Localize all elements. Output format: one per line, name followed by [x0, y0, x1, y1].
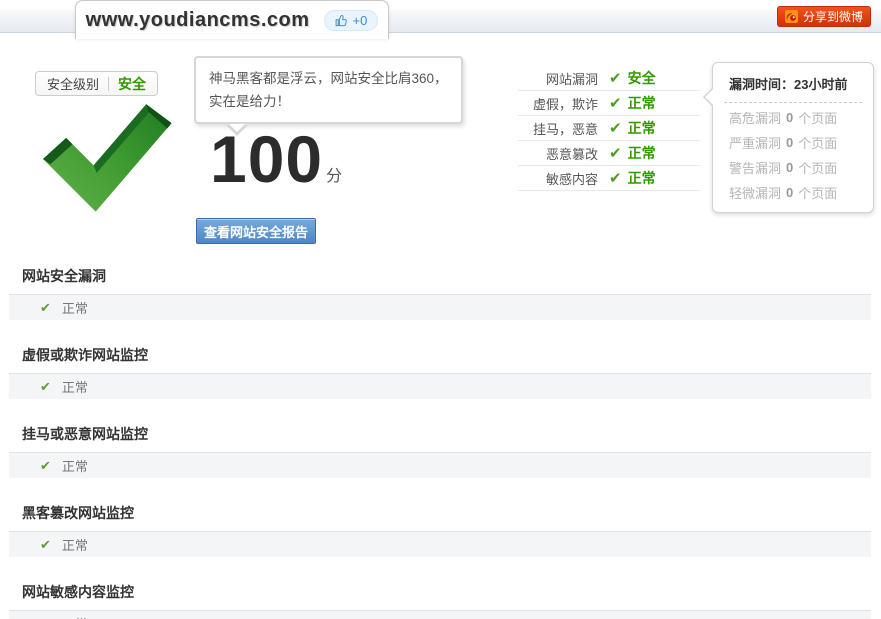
section-status: 正常	[62, 298, 88, 317]
vuln-label: 警告漏洞	[729, 158, 781, 177]
view-report-button[interactable]: 查看网站安全报告	[196, 218, 316, 244]
share-button-label: 分享到微博	[803, 8, 863, 25]
check-status: 正常	[628, 118, 656, 138]
check-status: 安全	[628, 68, 656, 88]
checkmark-icon: ✔	[40, 458, 51, 474]
section-website-vulnerability: 网站安全漏洞 ✔ 正常	[0, 262, 881, 320]
check-row-sensitive-content: 敏感内容 ✔ 正常	[518, 166, 700, 191]
section-status: 正常	[62, 614, 88, 619]
vuln-unit: 个页面	[798, 158, 837, 177]
section-title: 网站敏感内容监控	[22, 578, 871, 610]
vuln-count: 0	[786, 135, 793, 150]
score-unit: 分	[326, 162, 342, 186]
checkmark-icon: ✔	[609, 144, 622, 162]
vuln-label: 严重漏洞	[729, 133, 781, 152]
security-level-value: 安全	[118, 74, 146, 94]
vuln-unit: 个页面	[798, 183, 837, 202]
check-label: 虚假，欺诈	[518, 94, 598, 113]
section-hacker-tampering-monitoring: 黑客篡改网站监控 ✔ 正常	[0, 499, 881, 557]
weibo-icon	[785, 10, 798, 23]
checkmark-icon: ✔	[609, 119, 622, 137]
security-score: 100 分	[210, 128, 342, 190]
vulnerability-panel: 漏洞时间：23小时前 高危漏洞 0 个页面 严重漏洞 0 个页面 警告漏洞 0 …	[712, 62, 874, 213]
checkmark-icon: ✔	[40, 300, 51, 316]
site-domain: www.youdiancms.com	[86, 9, 310, 32]
section-fraud-monitoring: 虚假或欺诈网站监控 ✔ 正常	[0, 341, 881, 399]
check-status: 正常	[628, 143, 656, 163]
checkmark-icon: ✔	[609, 94, 622, 112]
vuln-label: 高危漏洞	[729, 108, 781, 127]
check-label: 敏感内容	[518, 169, 598, 188]
big-green-checkmark-icon	[28, 100, 176, 218]
checkmark-icon: ✔	[609, 69, 622, 87]
vuln-row-high-risk: 高危漏洞 0 个页面	[713, 105, 873, 130]
section-status: 正常	[62, 377, 88, 396]
section-title: 网站安全漏洞	[22, 262, 871, 294]
vuln-label: 轻微漏洞	[729, 183, 781, 202]
checkmark-icon: ✔	[40, 616, 51, 619]
section-title: 黑客篡改网站监控	[22, 499, 871, 531]
tooltip-bubble: 神马黑客都是浮云，网站安全比肩360， 实在是给力！	[194, 56, 463, 124]
like-button[interactable]: +0	[324, 10, 379, 31]
tooltip-line2: 实在是给力！	[209, 90, 448, 113]
check-label: 挂马，恶意	[518, 119, 598, 138]
security-level-badge: 安全级别 安全	[35, 71, 158, 96]
badge-divider	[108, 77, 109, 91]
check-row-fraud: 虚假，欺诈 ✔ 正常	[518, 91, 700, 116]
section-malware-monitoring: 挂马或恶意网站监控 ✔ 正常	[0, 420, 881, 478]
vuln-unit: 个页面	[798, 133, 837, 152]
section-status-bar: ✔ 正常	[9, 610, 871, 619]
vuln-row-warning: 警告漏洞 0 个页面	[713, 155, 873, 180]
check-status: 正常	[628, 168, 656, 188]
check-row-vulnerability: 网站漏洞 ✔ 安全	[518, 66, 700, 91]
section-status: 正常	[62, 456, 88, 475]
checkmark-icon: ✔	[40, 379, 51, 395]
section-status-bar: ✔ 正常	[9, 531, 871, 557]
report-sections: 网站安全漏洞 ✔ 正常 虚假或欺诈网站监控 ✔ 正常 挂马或恶意网站监控 ✔ 正…	[0, 262, 881, 619]
checkmark-icon: ✔	[609, 169, 622, 187]
vulnerability-panel-title: 漏洞时间：23小时前	[713, 74, 873, 102]
check-label: 恶意篡改	[518, 144, 598, 163]
share-to-weibo-button[interactable]: 分享到微博	[777, 6, 871, 27]
checkmark-icon: ✔	[40, 537, 51, 553]
check-row-tampering: 恶意篡改 ✔ 正常	[518, 141, 700, 166]
section-status-bar: ✔ 正常	[9, 294, 871, 320]
status-check-list: 网站漏洞 ✔ 安全 虚假，欺诈 ✔ 正常 挂马，恶意 ✔ 正常 恶意篡改 ✔ 正…	[518, 66, 700, 191]
site-tab[interactable]: www.youdiancms.com +0	[75, 0, 389, 39]
check-status: 正常	[628, 93, 656, 113]
section-status-bar: ✔ 正常	[9, 373, 871, 399]
thumbs-up-icon	[335, 14, 348, 27]
vuln-unit: 个页面	[798, 108, 837, 127]
section-title: 挂马或恶意网站监控	[22, 420, 871, 452]
section-status: 正常	[62, 535, 88, 554]
vuln-count: 0	[786, 160, 793, 175]
vuln-row-severe: 严重漏洞 0 个页面	[713, 130, 873, 155]
check-row-malware: 挂马，恶意 ✔ 正常	[518, 116, 700, 141]
section-status-bar: ✔ 正常	[9, 452, 871, 478]
security-level-label: 安全级别	[47, 74, 99, 93]
tooltip-line1: 神马黑客都是浮云，网站安全比肩360，	[209, 67, 448, 90]
security-check-page: www.youdiancms.com +0 分享到微博 安全级别 安全	[0, 0, 881, 619]
section-sensitive-content-monitoring: 网站敏感内容监控 ✔ 正常	[0, 578, 881, 619]
dashed-divider	[724, 102, 862, 103]
section-title: 虚假或欺诈网站监控	[22, 341, 871, 373]
vuln-count: 0	[786, 110, 793, 125]
vuln-row-minor: 轻微漏洞 0 个页面	[713, 180, 873, 205]
like-count: +0	[353, 13, 368, 28]
check-label: 网站漏洞	[518, 69, 598, 88]
score-value: 100	[210, 128, 323, 190]
vuln-count: 0	[786, 185, 793, 200]
